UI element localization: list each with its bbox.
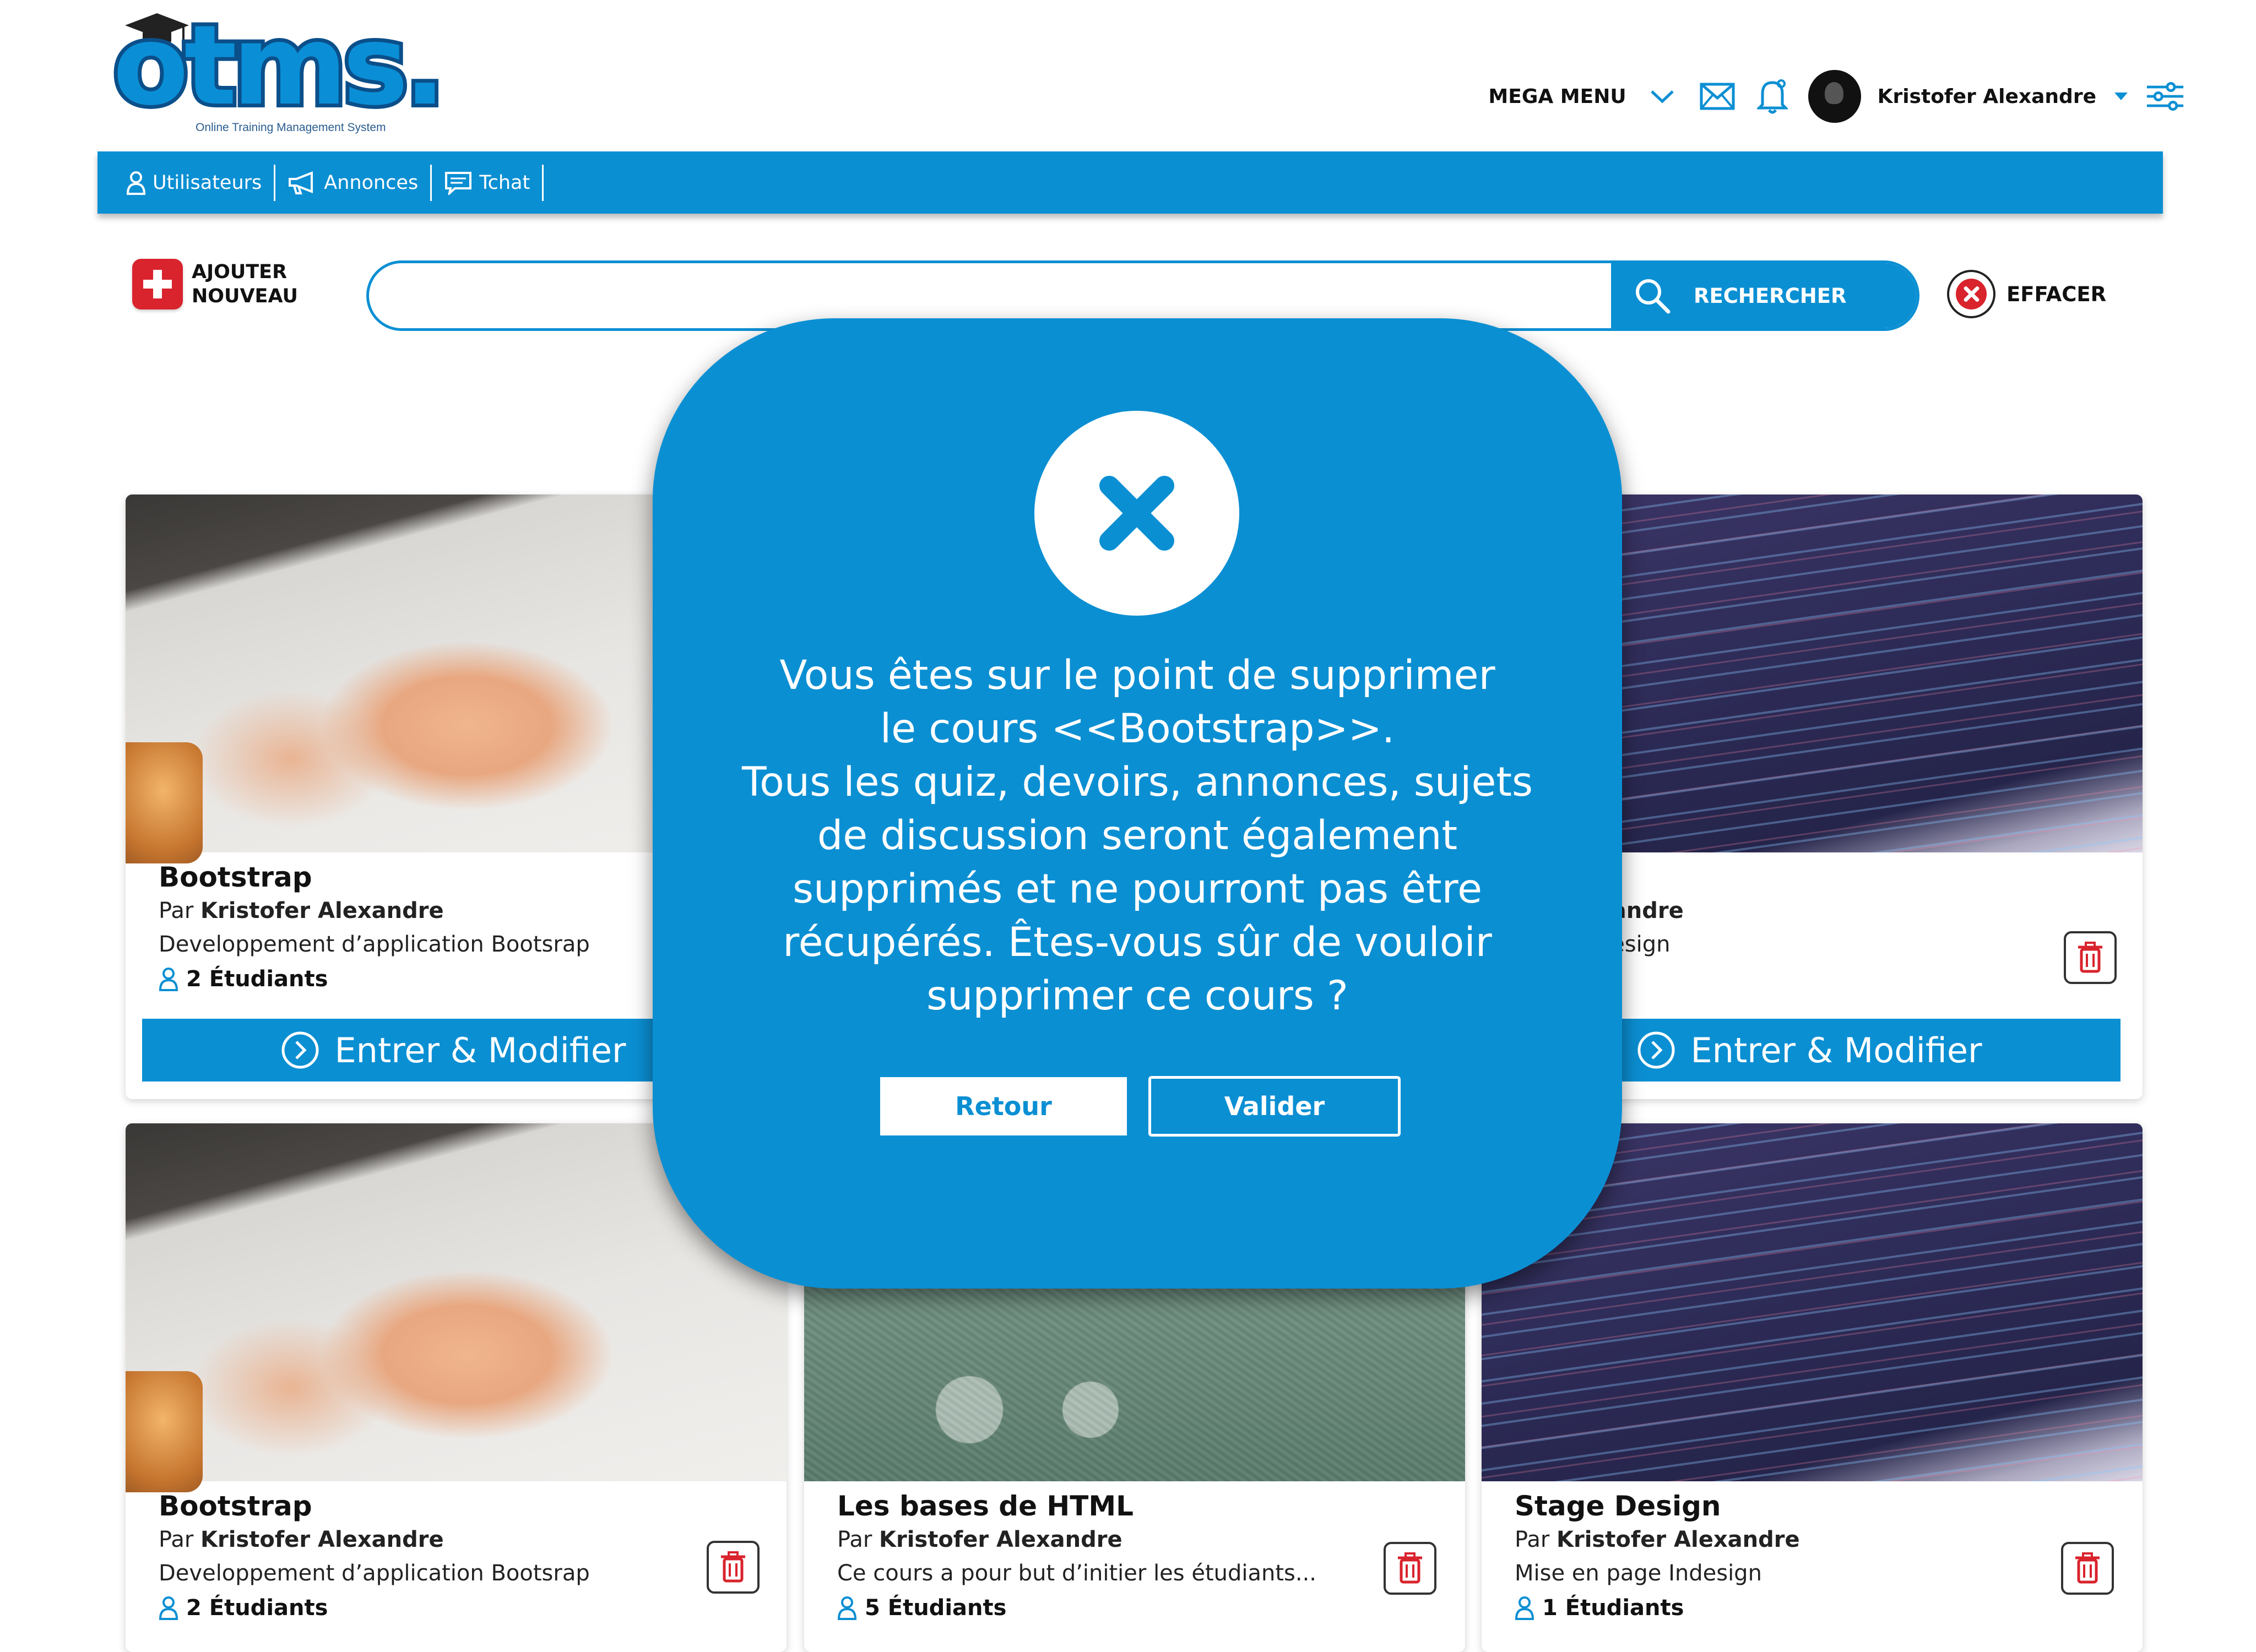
clear-button-label: EFFACER <box>2006 282 2107 306</box>
delete-confirm-modal: Vous êtes sur le point de supprimer le c… <box>653 318 1622 1289</box>
chevron-circle-right-icon <box>281 1031 318 1069</box>
course-info: Les bases de HTML Par Kristofer Alexandr… <box>837 1490 1443 1626</box>
course-info: Stage Design Par Kristofer Alexandre Mis… <box>1515 1490 2121 1626</box>
chevron-down-icon[interactable] <box>1643 77 1682 116</box>
nav-item-label: Annonces <box>324 171 419 194</box>
modal-message-line: supprimés et ne pourront pas être <box>793 866 1482 912</box>
search-icon <box>1636 279 1671 314</box>
nav-item-utilisateurs[interactable]: Utilisateurs <box>126 164 276 201</box>
logo-text: otms. <box>109 2 449 130</box>
megaphone-icon <box>289 171 313 194</box>
modal-message-line: récupérés. Êtes-vous sûr de vouloir <box>783 919 1492 966</box>
main-nav: Utilisateurs Annonces Tchat <box>97 151 2163 214</box>
header-actions: MEGA MENU Kristofer Alexandre <box>1488 61 2184 132</box>
modal-message-line: supprimer ce cours ? <box>926 972 1348 1019</box>
back-button[interactable]: Retour <box>880 1077 1127 1135</box>
course-students: 2 Étudiants <box>159 1590 764 1626</box>
course-title[interactable]: Stage Design <box>1515 1490 2121 1523</box>
plus-icon <box>132 259 183 309</box>
chat-icon <box>445 171 472 195</box>
course-description: Developpement d’application Bootsrap <box>159 1561 590 1586</box>
close-icon <box>1034 411 1239 616</box>
trash-icon <box>721 1551 745 1583</box>
clear-icon <box>1947 270 1995 318</box>
course-title[interactable]: Bootstrap <box>159 1490 764 1523</box>
nav-item-annonces[interactable]: Annonces <box>275 164 432 201</box>
clear-button[interactable]: EFFACER <box>1947 270 2106 318</box>
modal-message: Vous êtes sur le point de supprimer le c… <box>724 649 1550 1023</box>
avatar[interactable] <box>1808 70 1861 123</box>
user-name[interactable]: Kristofer Alexandre <box>1878 85 2096 108</box>
app-logo[interactable]: otms. Online Training Management System <box>109 7 449 138</box>
nav-item-label: Tchat <box>479 171 530 194</box>
delete-button[interactable] <box>2064 931 2117 984</box>
course-description: Developpement d’application Bootsrap <box>159 932 590 957</box>
delete-button[interactable] <box>707 1541 760 1594</box>
mega-menu-label[interactable]: MEGA MENU <box>1488 85 1626 108</box>
course-author: Par Kristofer Alexandre <box>159 1527 444 1552</box>
delete-button[interactable] <box>1384 1542 1436 1595</box>
course-author: Par Kristofer Alexandre <box>1515 1527 1800 1552</box>
course-students: 5 Étudiants <box>837 1590 1443 1626</box>
add-new-button[interactable]: AJOUTER NOUVEAU <box>132 259 324 309</box>
logo-tagline: Online Training Management System <box>196 121 386 134</box>
modal-message-line: Tous les quiz, devoirs, annonces, sujets <box>741 759 1533 806</box>
modal-message-line: le cours <<Bootstrap>>. <box>880 705 1395 752</box>
course-students: 1 Étudiants <box>1515 1590 2121 1626</box>
trash-icon <box>1398 1552 1422 1584</box>
modal-message-line: Vous êtes sur le point de supprimer <box>779 652 1495 699</box>
trash-icon <box>2075 1552 2100 1584</box>
nav-item-label: Utilisateurs <box>153 171 262 194</box>
user-icon <box>1515 1596 1534 1620</box>
user-icon <box>159 1596 178 1620</box>
course-description: Ce cours a pour but d’initier les étudia… <box>837 1561 1317 1586</box>
course-description: Mise en page Indesign <box>1515 1561 1762 1586</box>
course-info: Bootstrap Par Kristofer Alexandre Develo… <box>159 1490 764 1626</box>
mail-icon[interactable] <box>1698 77 1737 116</box>
trash-icon <box>2078 942 2102 973</box>
settings-sliders-icon[interactable] <box>2146 77 2184 116</box>
search-button[interactable]: RECHERCHER <box>1611 263 1917 328</box>
delete-button[interactable] <box>2061 1542 2114 1595</box>
bell-icon[interactable] <box>1753 77 1792 116</box>
modal-message-line: de discussion seront également <box>817 812 1458 859</box>
user-icon <box>837 1596 857 1620</box>
course-author: Par Kristofer Alexandre <box>837 1527 1122 1552</box>
course-title[interactable]: Les bases de HTML <box>837 1490 1443 1523</box>
caret-down-icon[interactable] <box>2113 77 2129 116</box>
user-icon <box>126 171 146 195</box>
nav-item-tchat[interactable]: Tchat <box>432 164 544 201</box>
user-icon <box>159 968 178 991</box>
add-new-label: AJOUTER NOUVEAU <box>192 261 298 307</box>
confirm-button[interactable]: Valider <box>1148 1076 1401 1137</box>
search-button-label: RECHERCHER <box>1694 284 1847 308</box>
chevron-circle-right-icon <box>1637 1031 1674 1069</box>
